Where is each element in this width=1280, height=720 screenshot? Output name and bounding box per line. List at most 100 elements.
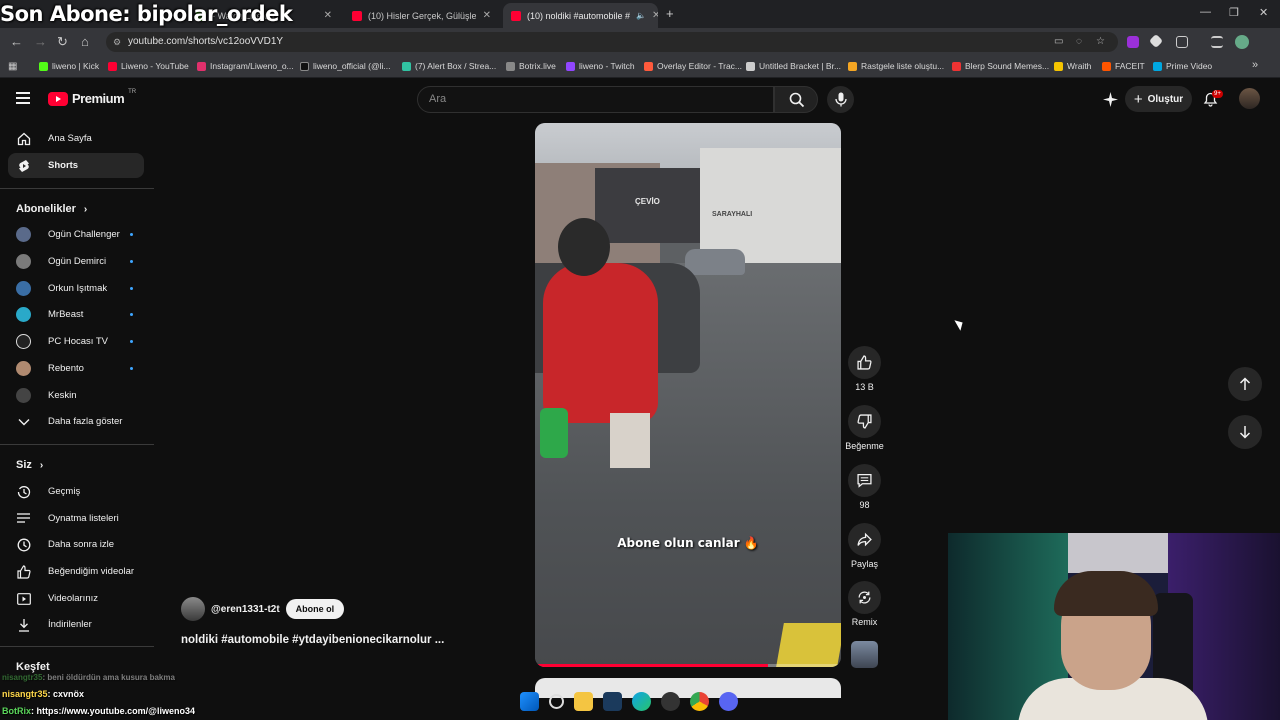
sidebar-item-subscription[interactable]: Ogün Demirci — [8, 249, 144, 274]
sidebar-item-label: Shorts — [48, 160, 79, 171]
sidebar-item-subscription[interactable]: Rebento — [8, 356, 144, 381]
minimize-icon[interactable]: — — [1200, 6, 1211, 18]
reload-icon[interactable]: ↻ — [57, 34, 68, 50]
edge-icon[interactable] — [632, 692, 651, 711]
channel-avatar[interactable] — [181, 597, 205, 621]
dislike-button-circle[interactable] — [848, 405, 881, 438]
bookmark-item[interactable]: Wraith — [1054, 61, 1091, 71]
bookmark-item[interactable]: Liweno - YouTube — [108, 61, 189, 71]
subscriptions-heading[interactable]: Abonelikler › — [16, 203, 87, 215]
home-browser-icon[interactable]: ⌂ — [81, 34, 89, 49]
site-info-icon[interactable]: ⚙ — [113, 32, 121, 52]
close-tab-icon[interactable]: ✕ — [324, 10, 332, 21]
cast-icon[interactable]: ▭ — [1054, 32, 1063, 52]
bookmark-item[interactable]: Botrix.live — [506, 61, 556, 71]
bookmark-item[interactable]: Blerp Sound Memes... — [952, 61, 1049, 71]
bookmark-item[interactable]: (7) Alert Box / Strea... — [402, 61, 496, 71]
voice-search-button[interactable] — [827, 86, 854, 113]
sidebar-item-shorts[interactable]: Shorts — [8, 153, 144, 178]
previous-short-button[interactable] — [1228, 367, 1262, 401]
bookmark-item[interactable]: liweno_official (@li... — [300, 61, 390, 71]
eye-off-icon[interactable]: ◌ — [1076, 32, 1082, 52]
comments-button-circle[interactable] — [848, 464, 881, 497]
share-button-circle[interactable] — [848, 523, 881, 556]
audio-icon[interactable]: 🔈 — [636, 11, 646, 20]
apps-grid-icon[interactable]: ▦ — [8, 61, 17, 72]
sound-thumbnail[interactable] — [851, 641, 878, 668]
search-button[interactable] — [774, 86, 818, 113]
gemini-sparkle-icon[interactable] — [1103, 92, 1118, 107]
channel-handle[interactable]: @eren1331-t2t — [211, 604, 280, 615]
subscribe-button[interactable]: Abone ol — [285, 599, 345, 619]
share-button[interactable]: Paylaş — [848, 523, 881, 569]
bookmark-item[interactable]: FACEIT — [1102, 61, 1145, 71]
sidebar-item-subscription[interactable]: Orkun Işıtmak — [8, 276, 144, 301]
url-field[interactable]: ⚙ youtube.com/shorts/vc12ooVVD1Y ▭ ◌ ☆ — [106, 32, 1118, 52]
windows-start-icon[interactable] — [520, 692, 539, 711]
playlist-icon — [17, 512, 31, 526]
thumbs-up-icon — [17, 564, 31, 579]
video-frame-car — [685, 249, 745, 275]
extension-icon[interactable] — [1127, 36, 1139, 48]
sidebar-item-subscription[interactable]: Keskin — [8, 383, 144, 408]
file-explorer-icon[interactable] — [574, 692, 593, 711]
sidebar-item-your-videos[interactable]: Videolarınız — [8, 586, 144, 611]
search-input[interactable]: Ara — [417, 86, 774, 113]
browser-tab[interactable]: (10) Hisler Gerçek, Gülüşler Sah ✕ — [344, 3, 499, 28]
close-tab-icon[interactable]: ✕ — [652, 10, 658, 21]
discord-icon[interactable] — [719, 692, 738, 711]
sidebar-item-subscription[interactable]: MrBeast — [8, 302, 144, 327]
bookmark-item[interactable]: Prime Video — [1153, 61, 1212, 71]
sidebar-item-watch-later[interactable]: Daha sonra izle — [8, 532, 144, 557]
browser-tab-active[interactable]: (10) noldiki #automobile # 🔈 ✕ — [503, 3, 658, 28]
bookmark-item[interactable]: Untitled Bracket | Br... — [746, 61, 841, 71]
bookmark-item[interactable]: liweno | Kick — [39, 61, 99, 71]
dislike-button[interactable]: Beğenme — [845, 405, 884, 451]
sidebar-item-show-more[interactable]: Daha fazla göster — [8, 409, 144, 434]
sidebar-item-history[interactable]: Geçmiş — [8, 479, 144, 504]
like-button[interactable]: 13 B — [848, 346, 881, 392]
sidebar-item-subscription[interactable]: Ogün Challenger — [8, 222, 144, 247]
close-tab-icon[interactable]: ✕ — [483, 10, 491, 21]
next-short-button[interactable] — [1228, 415, 1262, 449]
app-icon[interactable] — [661, 692, 680, 711]
youtube-premium-logo[interactable]: Premium TR — [48, 89, 136, 106]
bookmark-item[interactable]: liweno - Twitch — [566, 61, 635, 71]
extension-icon[interactable] — [1148, 33, 1164, 49]
sidebar-item-downloads[interactable]: İndirilenler — [8, 612, 144, 637]
chrome-icon[interactable] — [690, 692, 709, 711]
account-avatar[interactable] — [1239, 88, 1260, 109]
profile-icon[interactable] — [1235, 35, 1249, 49]
tab-title: (10) Hisler Gerçek, Gülüşler Sah — [368, 10, 476, 21]
media-controls-icon[interactable] — [1211, 36, 1223, 48]
close-window-icon[interactable]: ✕ — [1259, 6, 1268, 19]
comments-button[interactable]: 98 — [848, 464, 881, 510]
star-icon[interactable]: ☆ — [1096, 32, 1105, 52]
remix-button-circle[interactable] — [848, 581, 881, 614]
back-icon[interactable]: ← — [10, 34, 23, 49]
chat-username: nisangtr35 — [2, 673, 43, 682]
sidebar-item-home[interactable]: Ana Sayfa — [8, 126, 144, 151]
bookmark-item[interactable]: Rastgele liste oluştu... — [848, 61, 944, 71]
steam-icon[interactable] — [603, 692, 622, 711]
extensions-puzzle-icon[interactable] — [1176, 36, 1188, 48]
like-button-circle[interactable] — [848, 346, 881, 379]
bookmark-item[interactable]: Overlay Editor - Trac... — [644, 61, 742, 71]
short-video-player[interactable]: ÇEVİO SARAYHALI Abone olun canlar 🔥 — [535, 123, 841, 667]
maximize-icon[interactable]: ❐ — [1229, 6, 1239, 19]
bookmark-item[interactable]: Instagram/Liweno_o... — [197, 61, 294, 71]
create-button[interactable]: + Oluştur — [1125, 86, 1192, 112]
sidebar-item-playlists[interactable]: Oynatma listeleri — [8, 506, 144, 531]
sidebar-item-liked-videos[interactable]: Beğendiğim videolar — [8, 559, 144, 584]
remix-button[interactable]: Remix — [848, 581, 881, 627]
video-progress-bar[interactable] — [535, 664, 841, 667]
new-tab-icon[interactable]: + — [666, 6, 674, 21]
bookmark-favicon-icon — [506, 61, 515, 71]
you-heading[interactable]: Siz › — [16, 459, 43, 471]
forward-icon[interactable]: → — [34, 34, 47, 49]
short-title[interactable]: noldiki #automobile #ytdayibenionecikarn… — [181, 634, 444, 646]
taskbar-search-icon[interactable] — [549, 694, 564, 709]
sidebar-item-subscription[interactable]: PC Hocası TV — [8, 329, 144, 354]
menu-icon[interactable] — [16, 92, 30, 107]
more-bookmarks-icon[interactable]: » — [1252, 59, 1258, 71]
